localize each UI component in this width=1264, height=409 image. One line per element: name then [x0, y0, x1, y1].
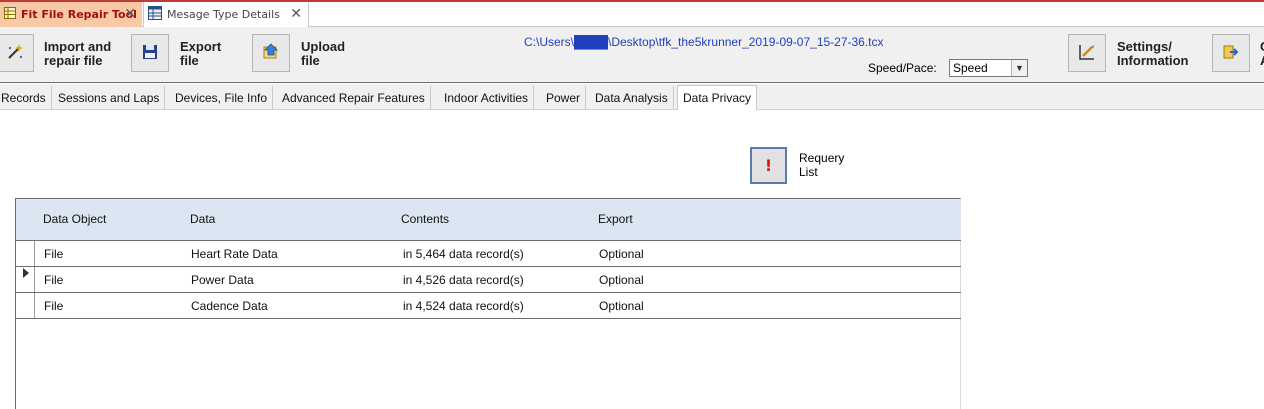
settings-information-button[interactable]	[1068, 34, 1106, 72]
tab-sessions-and-laps[interactable]: Sessions and Laps	[53, 86, 166, 110]
document-tab-bar: Fit File Repair Tool ✕ Mesage Type Detai…	[0, 0, 1264, 27]
cell-export[interactable]: Optional	[599, 247, 644, 261]
table-row[interactable]: File Cadence Data in 4,524 data record(s…	[16, 293, 961, 319]
table-icon	[148, 6, 162, 23]
exclamation-icon: !	[764, 156, 773, 175]
tab-data-privacy[interactable]: Data Privacy	[677, 85, 758, 110]
table-row[interactable]: File Heart Rate Data in 5,464 data recor…	[16, 241, 961, 267]
speed-pace-value: Speed	[953, 61, 988, 75]
tab-advanced-repair-features[interactable]: Advanced Repair Features	[277, 86, 431, 110]
exit-icon	[1222, 43, 1240, 64]
column-header-contents[interactable]: Contents	[401, 212, 449, 226]
cell-data: Heart Rate Data	[191, 247, 278, 261]
cell-export[interactable]: Optional	[599, 299, 644, 313]
wand-icon	[5, 42, 25, 65]
cell-contents: in 5,464 data record(s)	[403, 247, 524, 261]
cell-data-object: File	[44, 247, 64, 261]
partial-toolbar-label[interactable]: C A	[1260, 40, 1264, 68]
tab-data-analysis[interactable]: Data Analysis	[590, 86, 674, 110]
doc-tab-label: Fit File Repair Tool	[21, 8, 137, 21]
cell-data: Cadence Data	[191, 299, 268, 313]
row-selector[interactable]	[16, 293, 35, 318]
row-selector[interactable]	[16, 241, 35, 266]
chevron-down-icon[interactable]: ▼	[1011, 60, 1027, 76]
doc-tab-fit-file-repair-tool[interactable]: Fit File Repair Tool ✕	[0, 2, 142, 27]
tab-indoor-activities[interactable]: Indoor Activities	[439, 86, 535, 110]
tab-devices-file-info[interactable]: Devices, File Info	[170, 86, 274, 110]
column-header-export[interactable]: Export	[598, 212, 633, 226]
file-path: C:\Users\████\Desktop\tfk_the5krunner_20…	[524, 35, 884, 49]
requery-list-label[interactable]: Requery List	[799, 151, 844, 179]
speed-pace-label: Speed/Pace:	[868, 61, 937, 75]
import-repair-button[interactable]	[0, 34, 34, 72]
grid-header: Data Object Data Contents Export	[16, 199, 961, 241]
cell-data-object: File	[44, 273, 64, 287]
export-file-label[interactable]: Export file	[180, 40, 221, 68]
cell-contents: in 4,526 data record(s)	[403, 273, 524, 287]
import-repair-label[interactable]: Import and repair file	[44, 40, 111, 68]
column-header-data-object[interactable]: Data Object	[43, 212, 106, 226]
table-icon	[4, 7, 16, 22]
close-icon[interactable]: ✕	[290, 6, 302, 22]
tab-records[interactable]: Records	[0, 86, 52, 110]
cell-export[interactable]: Optional	[599, 273, 644, 287]
save-icon	[142, 44, 158, 63]
export-file-button[interactable]	[131, 34, 169, 72]
toolbar: Import and repair file Export file Uploa…	[0, 27, 1264, 83]
doc-tab-label: Mesage Type Details	[167, 8, 280, 21]
upload-file-label[interactable]: Upload file	[301, 40, 345, 68]
cell-contents: in 4,524 data record(s)	[403, 299, 524, 313]
close-icon[interactable]: ✕	[124, 6, 136, 22]
tab-power[interactable]: Power	[541, 86, 587, 110]
requery-list-button[interactable]: !	[750, 147, 787, 184]
chart-pencil-icon	[1078, 43, 1096, 64]
module-tab-bar: Records Sessions and Laps Devices, File …	[0, 84, 1264, 110]
partial-toolbar-button[interactable]	[1212, 34, 1250, 72]
speed-pace-dropdown[interactable]: Speed ▼	[949, 59, 1028, 77]
cell-data-object: File	[44, 299, 64, 313]
upload-file-button[interactable]	[252, 34, 290, 72]
settings-information-label[interactable]: Settings/ Information	[1117, 40, 1189, 68]
column-header-data[interactable]: Data	[190, 212, 215, 226]
row-selector[interactable]	[16, 267, 35, 292]
data-privacy-grid: Data Object Data Contents Export File He…	[15, 198, 961, 409]
table-row[interactable]: File Power Data in 4,526 data record(s) …	[16, 267, 961, 293]
upload-icon	[261, 42, 281, 65]
cell-data: Power Data	[191, 273, 254, 287]
current-record-icon	[23, 268, 29, 278]
doc-tab-message-type-details[interactable]: Mesage Type Details ✕	[143, 2, 309, 27]
